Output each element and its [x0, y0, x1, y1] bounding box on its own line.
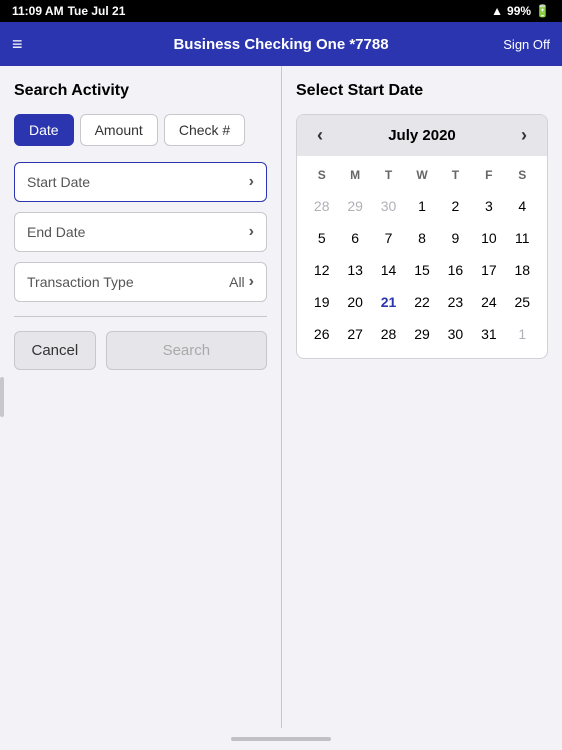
calendar-day[interactable]: 27 [338, 320, 371, 348]
calendar-day[interactable]: 12 [305, 256, 338, 284]
calendar-day[interactable]: 30 [372, 192, 405, 220]
side-handle [0, 377, 4, 417]
calendar-week-5: 26 27 28 29 30 31 1 [297, 318, 547, 350]
prev-month-button[interactable]: ‹ [309, 123, 331, 148]
calendar-day[interactable]: 5 [305, 224, 338, 252]
calendar-day[interactable]: 6 [338, 224, 371, 252]
transaction-type-right: All › [229, 273, 254, 291]
date-filter-button[interactable]: Date [14, 114, 74, 146]
action-buttons: Cancel Search [14, 331, 267, 370]
calendar-day[interactable]: 23 [439, 288, 472, 316]
calendar-day[interactable]: 9 [439, 224, 472, 252]
left-panel: Search Activity Date Amount Check # Star… [0, 66, 282, 728]
select-start-date-title: Select Start Date [296, 82, 548, 100]
calendar-week-3: 12 13 14 15 16 17 18 [297, 254, 547, 286]
calendar-day[interactable]: 22 [405, 288, 438, 316]
calendar-day[interactable]: 19 [305, 288, 338, 316]
filter-buttons-group: Date Amount Check # [14, 114, 267, 146]
calendar-day[interactable]: 31 [472, 320, 505, 348]
sign-off-button[interactable]: Sign Off [503, 37, 550, 52]
status-date: Tue Jul 21 [68, 4, 126, 18]
calendar-day[interactable]: 24 [472, 288, 505, 316]
search-activity-title: Search Activity [14, 82, 267, 100]
calendar-day[interactable]: 14 [372, 256, 405, 284]
day-header-sun: S [305, 164, 338, 186]
calendar-day[interactable]: 11 [506, 224, 539, 252]
start-date-label: Start Date [27, 174, 90, 190]
start-date-row[interactable]: Start Date › [14, 162, 267, 202]
calendar-day-headers: S M T W T F S [297, 160, 547, 190]
calendar-day[interactable]: 10 [472, 224, 505, 252]
calendar-day[interactable]: 16 [439, 256, 472, 284]
right-panel: Select Start Date ‹ July 2020 › S M T W … [282, 66, 562, 728]
divider [14, 316, 267, 317]
calendar: ‹ July 2020 › S M T W T F S 28 [296, 114, 548, 359]
end-date-row[interactable]: End Date › [14, 212, 267, 252]
calendar-day[interactable]: 28 [372, 320, 405, 348]
home-indicator [231, 737, 331, 741]
calendar-day[interactable]: 7 [372, 224, 405, 252]
calendar-week-1: 28 29 30 1 2 3 4 [297, 190, 547, 222]
day-header-wed: W [405, 164, 438, 186]
calendar-day[interactable]: 4 [506, 192, 539, 220]
calendar-day-today[interactable]: 21 [372, 288, 405, 316]
nav-title: Business Checking One *7788 [173, 36, 388, 53]
cancel-button[interactable]: Cancel [14, 331, 96, 370]
day-header-mon: M [338, 164, 371, 186]
calendar-day[interactable]: 2 [439, 192, 472, 220]
calendar-day[interactable]: 8 [405, 224, 438, 252]
transaction-type-label: Transaction Type [27, 274, 134, 290]
transaction-type-value: All [229, 274, 245, 290]
day-header-thu: T [439, 164, 472, 186]
end-date-label: End Date [27, 224, 85, 240]
calendar-day[interactable]: 26 [305, 320, 338, 348]
amount-filter-button[interactable]: Amount [80, 114, 158, 146]
transaction-type-chevron: › [249, 273, 254, 291]
calendar-day[interactable]: 20 [338, 288, 371, 316]
main-content: Search Activity Date Amount Check # Star… [0, 66, 562, 728]
calendar-day[interactable]: 1 [405, 192, 438, 220]
calendar-day[interactable]: 18 [506, 256, 539, 284]
start-date-chevron: › [249, 173, 254, 191]
transaction-type-row[interactable]: Transaction Type All › [14, 262, 267, 302]
check-filter-button[interactable]: Check # [164, 114, 245, 146]
calendar-header: ‹ July 2020 › [297, 115, 547, 156]
nav-bar: ≡ Business Checking One *7788 Sign Off [0, 22, 562, 66]
calendar-day[interactable]: 30 [439, 320, 472, 348]
calendar-week-2: 5 6 7 8 9 10 11 [297, 222, 547, 254]
status-time: 11:09 AM [12, 4, 64, 18]
wifi-icon: ▲ [491, 4, 503, 18]
calendar-day[interactable]: 29 [338, 192, 371, 220]
calendar-day[interactable]: 1 [506, 320, 539, 348]
next-month-button[interactable]: › [513, 123, 535, 148]
battery-status: 99% [507, 4, 531, 18]
calendar-day[interactable]: 3 [472, 192, 505, 220]
search-button[interactable]: Search [106, 331, 267, 370]
calendar-month-year: July 2020 [388, 127, 456, 144]
calendar-grid: S M T W T F S 28 29 30 1 2 3 4 [297, 156, 547, 358]
calendar-day[interactable]: 13 [338, 256, 371, 284]
calendar-day[interactable]: 29 [405, 320, 438, 348]
bottom-bar [0, 728, 562, 750]
calendar-day[interactable]: 17 [472, 256, 505, 284]
battery-icon: 🔋 [535, 4, 550, 18]
day-header-tue: T [372, 164, 405, 186]
menu-icon[interactable]: ≡ [12, 34, 23, 55]
status-bar: 11:09 AM Tue Jul 21 ▲ 99% 🔋 [0, 0, 562, 22]
calendar-day[interactable]: 28 [305, 192, 338, 220]
day-header-fri: F [472, 164, 505, 186]
end-date-chevron: › [249, 223, 254, 241]
day-header-sat: S [506, 164, 539, 186]
calendar-day[interactable]: 25 [506, 288, 539, 316]
calendar-week-4: 19 20 21 22 23 24 25 [297, 286, 547, 318]
calendar-day[interactable]: 15 [405, 256, 438, 284]
